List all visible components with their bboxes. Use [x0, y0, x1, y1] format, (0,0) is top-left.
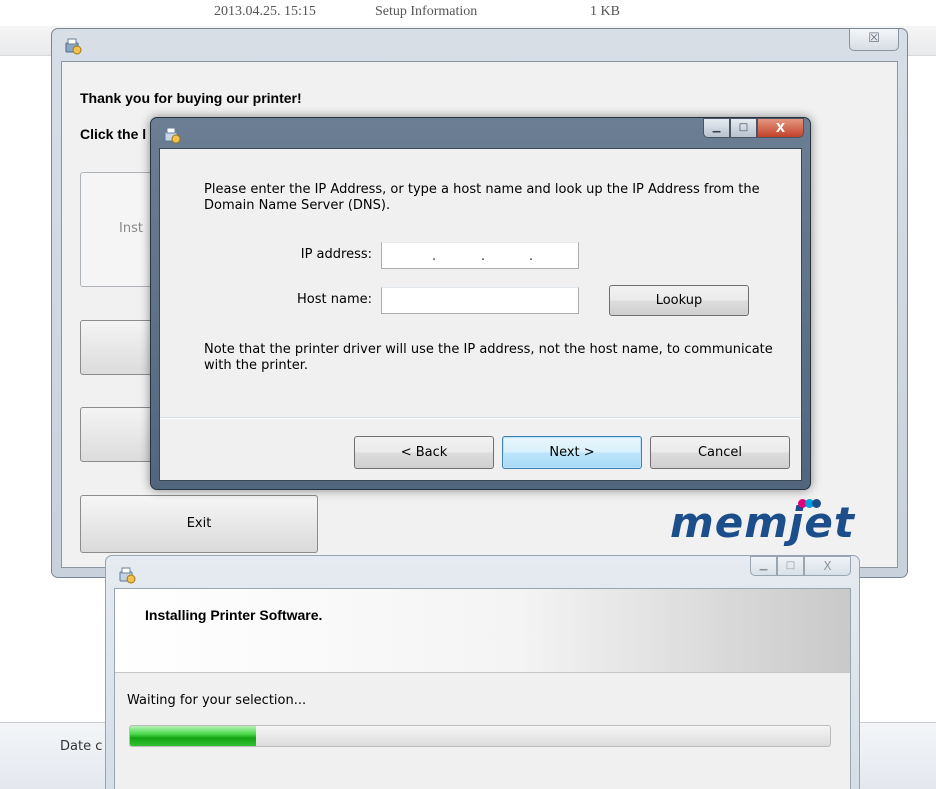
main-close-button[interactable]: ☒ — [849, 29, 899, 51]
memjet-dots-icon — [798, 498, 828, 510]
install-option-label: Inst — [119, 221, 143, 236]
progress-maximize-button[interactable]: □ — [777, 556, 804, 576]
dialog-client-area: Please enter the IP Address, or type a h… — [159, 148, 802, 481]
next-button[interactable]: Next > — [502, 436, 642, 469]
progress-title: Installing Printer Software. — [145, 607, 323, 623]
exit-button[interactable]: Exit — [80, 495, 318, 553]
memjet-logo: memjet — [670, 498, 855, 548]
dialog-intro-text: Please enter the IP Address, or type a h… — [204, 182, 760, 213]
lookup-button[interactable]: Lookup — [609, 285, 749, 316]
brand-dot-blue — [812, 499, 821, 508]
progress-close-button[interactable]: X — [804, 556, 851, 576]
ip-address-field[interactable]: . . . — [381, 242, 579, 269]
progress-header: Installing Printer Software. — [115, 589, 850, 673]
ip-address-label: IP address: — [300, 247, 372, 262]
installing-progress-window: ▁ □ X Installing Printer Software. Waiti… — [105, 555, 860, 789]
file-size: 1 KB — [590, 4, 620, 19]
progress-status-text: Waiting for your selection... — [127, 693, 307, 708]
progress-bar-fill — [130, 726, 256, 746]
installer-app-icon — [65, 38, 82, 55]
dialog-note-text: Note that the printer driver will use th… — [204, 342, 773, 373]
file-list-row[interactable]: 2013.04.25. 15:15 Setup Information 1 KB — [0, 0, 936, 26]
host-name-input[interactable] — [381, 287, 579, 314]
back-button[interactable]: < Back — [354, 436, 494, 469]
ip-address-separators: . . . — [432, 249, 534, 264]
minimize-button[interactable]: ▁ — [703, 118, 730, 138]
dialog-close-button[interactable]: X — [757, 118, 804, 138]
instruction-text: Click the l — [80, 126, 147, 142]
file-type: Setup Information — [375, 4, 478, 19]
host-name-label: Host name: — [297, 292, 372, 307]
details-date-label: Date c — [60, 739, 103, 754]
progress-minimize-button[interactable]: ▁ — [750, 556, 777, 576]
thanks-heading: Thank you for buying our printer! — [80, 90, 302, 106]
progress-app-icon — [119, 567, 136, 584]
dialog-caption-buttons: ▁ □ X — [703, 118, 804, 139]
cancel-button[interactable]: Cancel — [650, 436, 790, 469]
progress-bar — [129, 725, 831, 747]
dialog-app-icon — [164, 127, 181, 144]
maximize-button[interactable]: □ — [730, 118, 757, 138]
file-date: 2013.04.25. 15:15 — [214, 4, 316, 19]
dialog-separator — [160, 417, 801, 419]
progress-client-area: Installing Printer Software. Waiting for… — [114, 588, 851, 789]
ip-address-dialog: ▁ □ X Please enter the IP Address, or ty… — [150, 117, 811, 490]
progress-caption-buttons: ▁ □ X — [750, 556, 851, 577]
